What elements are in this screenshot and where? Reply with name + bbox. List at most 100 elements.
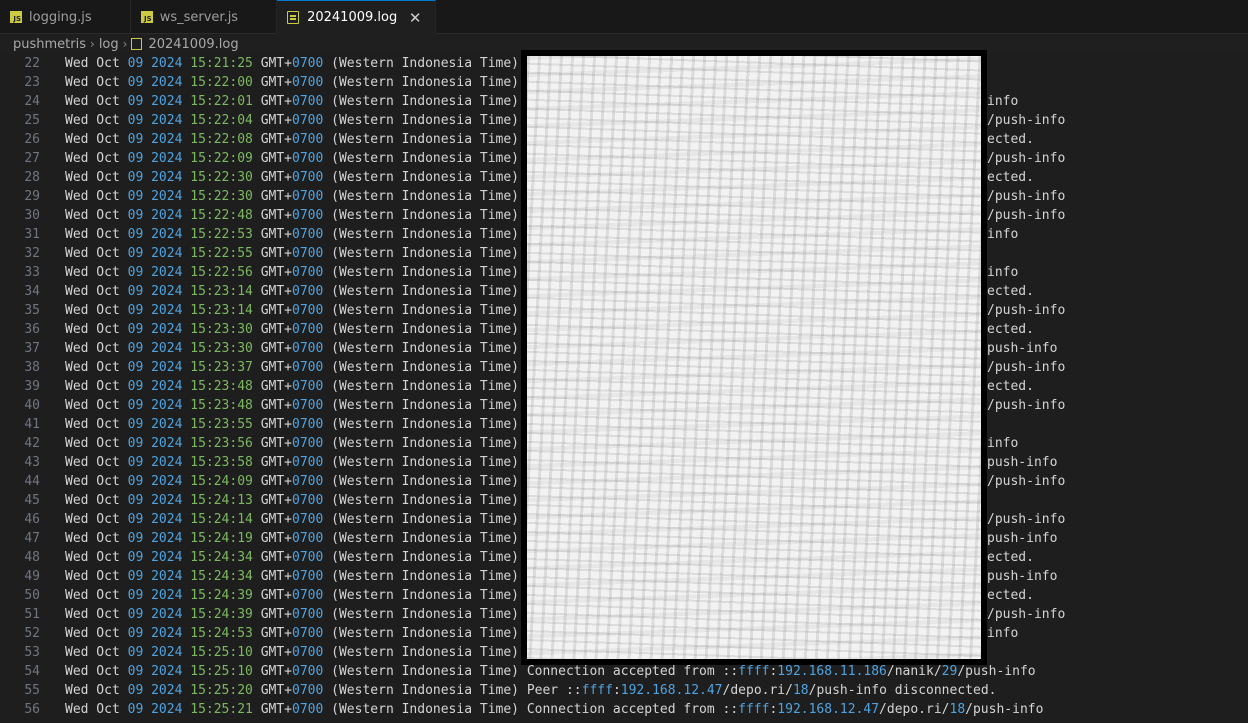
breadcrumb-item-file[interactable]: 20241009.log [148, 37, 238, 52]
log-token: 18 [792, 683, 809, 698]
log-weekday-month: Wed Oct [65, 113, 120, 128]
log-text: Wed Oct 09 2024 15:23:30 GMT+0700 (Weste… [65, 339, 535, 358]
log-time: 15:23:48 [190, 379, 253, 394]
line-number: 26 [24, 132, 40, 147]
log-text: Wed Oct 09 2024 15:24:13 GMT+0700 (Weste… [65, 491, 535, 510]
line-number: 55 [24, 683, 40, 698]
log-weekday-month: Wed Oct [65, 569, 120, 584]
breadcrumb-item-log[interactable]: log [99, 37, 119, 52]
log-year: 2024 [151, 170, 183, 185]
line-number: 32 [24, 246, 40, 261]
log-time: 15:22:30 [190, 189, 253, 204]
log-year: 2024 [151, 702, 183, 717]
log-timezone: GMT+ [260, 626, 293, 641]
log-time: 15:25:10 [190, 645, 253, 660]
log-timezone: GMT+ [260, 341, 293, 356]
log-timezone: GMT+ [260, 303, 293, 318]
log-timezone: GMT+ [260, 417, 293, 432]
line-number: 45 [24, 493, 40, 508]
log-timezone: GMT+ [260, 645, 293, 660]
log-year: 2024 [151, 132, 183, 147]
log-year: 2024 [151, 227, 183, 242]
tab-label: ws_server.js [159, 9, 239, 25]
log-timezone-offset: 0700 [292, 569, 324, 584]
log-weekday-month: Wed Oct [65, 132, 120, 147]
log-line[interactable]: 56 Wed Oct 09 2024 15:25:21 GMT+0700 (Wes… [0, 700, 1248, 719]
log-weekday-month: Wed Oct [65, 322, 120, 337]
log-timezone: GMT+ [260, 436, 293, 451]
log-timezone-name: (Western Indonesia Time) [331, 341, 519, 356]
log-day: 09 [127, 322, 144, 337]
log-timezone: GMT+ [260, 265, 293, 280]
log-timezone-name: (Western Indonesia Time) [331, 303, 519, 318]
log-day: 09 [127, 398, 144, 413]
log-timezone-offset: 0700 [292, 664, 324, 679]
line-number: 35 [24, 303, 40, 318]
log-timezone: GMT+ [260, 474, 293, 489]
log-time: 15:23:37 [190, 360, 253, 375]
log-message-tail: info [987, 626, 1019, 641]
log-timezone: GMT+ [260, 379, 293, 394]
log-timezone-offset: 0700 [292, 398, 324, 413]
line-number: 33 [24, 265, 40, 280]
log-file-icon [287, 11, 300, 24]
log-weekday-month: Wed Oct [65, 417, 120, 432]
log-year: 2024 [151, 474, 183, 489]
log-text: Wed Oct 09 2024 15:22:30 GMT+0700 (Weste… [65, 187, 535, 206]
log-time: 15:24:53 [190, 626, 253, 641]
log-year: 2024 [151, 588, 183, 603]
log-day: 09 [127, 246, 144, 261]
log-text: Wed Oct 09 2024 15:24:39 GMT+0700 (Weste… [65, 605, 535, 624]
log-year: 2024 [151, 189, 183, 204]
log-weekday-month: Wed Oct [65, 398, 120, 413]
log-timezone-name: (Western Indonesia Time) [331, 322, 519, 337]
log-timezone-name: (Western Indonesia Time) [331, 398, 519, 413]
line-number: 29 [24, 189, 40, 204]
log-timezone: GMT+ [260, 132, 293, 147]
log-message-tail: ected. [987, 284, 1034, 299]
log-line[interactable]: 55 Wed Oct 09 2024 15:25:20 GMT+0700 (Wes… [0, 681, 1248, 700]
log-day: 09 [127, 531, 144, 546]
tab-logging-js[interactable]: JS logging.js [0, 0, 131, 34]
log-timezone: GMT+ [260, 664, 293, 679]
log-text: Wed Oct 09 2024 15:25:10 GMT+0700 (Weste… [65, 643, 535, 662]
log-weekday-month: Wed Oct [65, 151, 120, 166]
tab-label: logging.js [29, 9, 92, 25]
line-number: 36 [24, 322, 40, 337]
log-timezone-name: (Western Indonesia Time) [331, 208, 519, 223]
log-day: 09 [127, 75, 144, 90]
log-timezone: GMT+ [260, 588, 293, 603]
breadcrumb-item-pushmetris[interactable]: pushmetris [13, 37, 86, 52]
log-day: 09 [127, 151, 144, 166]
log-text: Wed Oct 09 2024 15:23:48 GMT+0700 (Weste… [65, 396, 535, 415]
log-message-tail: /push-info [987, 512, 1066, 527]
log-text: Wed Oct 09 2024 15:23:14 GMT+0700 (Weste… [65, 301, 535, 320]
log-timezone: GMT+ [260, 531, 293, 546]
log-timezone-offset: 0700 [292, 94, 324, 109]
log-day: 09 [127, 645, 144, 660]
line-number: 40 [24, 398, 40, 413]
tab-ws-server-js[interactable]: JS ws_server.js [131, 0, 278, 34]
log-weekday-month: Wed Oct [65, 436, 120, 451]
log-timezone: GMT+ [260, 246, 293, 261]
tab-20241009-log[interactable]: 20241009.log ✕ [277, 0, 437, 34]
log-text: Wed Oct 09 2024 15:23:55 GMT+0700 (Weste… [65, 415, 535, 434]
log-day: 09 [127, 683, 144, 698]
log-day: 09 [127, 341, 144, 356]
close-icon[interactable]: ✕ [407, 9, 423, 27]
log-time: 15:23:55 [190, 417, 253, 432]
log-weekday-month: Wed Oct [65, 683, 120, 698]
log-time: 15:23:30 [190, 322, 253, 337]
log-message-tail: /push-info [987, 303, 1066, 318]
log-timezone-name: (Western Indonesia Time) [331, 132, 519, 147]
log-text: Wed Oct 09 2024 15:22:48 GMT+0700 (Weste… [65, 206, 535, 225]
log-year: 2024 [151, 569, 183, 584]
log-text: Wed Oct 09 2024 15:23:56 GMT+0700 (Weste… [65, 434, 535, 453]
log-timezone-name: (Western Indonesia Time) [331, 227, 519, 242]
log-weekday-month: Wed Oct [65, 246, 120, 261]
log-text: Wed Oct 09 2024 15:22:04 GMT+0700 (Weste… [65, 111, 535, 130]
log-timezone-offset: 0700 [292, 417, 324, 432]
log-day: 09 [127, 94, 144, 109]
log-weekday-month: Wed Oct [65, 512, 120, 527]
log-text: Wed Oct 09 2024 15:24:34 GMT+0700 (Weste… [65, 548, 535, 567]
